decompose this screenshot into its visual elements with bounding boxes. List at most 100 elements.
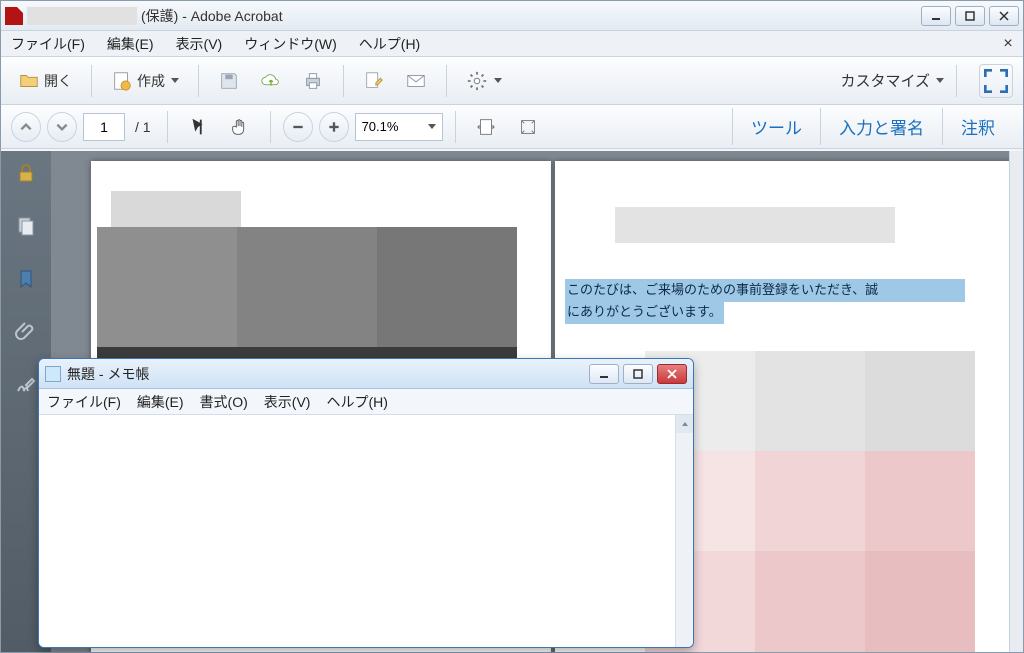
notepad-scrollbar[interactable] — [675, 415, 693, 647]
selected-text-line2[interactable]: にありがとうございます。 — [565, 301, 724, 324]
envelope-icon — [405, 70, 427, 92]
notepad-app-icon — [45, 366, 61, 382]
redacted-region — [865, 351, 975, 451]
edit-button[interactable] — [356, 64, 392, 98]
hand-icon — [229, 116, 251, 138]
bookmarks-panel-button[interactable] — [14, 267, 38, 296]
np-menu-file[interactable]: ファイル(F) — [47, 392, 121, 412]
menu-view[interactable]: 表示(V) — [172, 32, 227, 56]
create-button[interactable]: 作成 — [104, 64, 186, 98]
page-total-label: / 1 — [131, 119, 155, 135]
fit-width-icon — [475, 116, 497, 138]
chevron-down-icon — [171, 78, 179, 83]
maximize-button[interactable] — [955, 6, 985, 26]
menu-help[interactable]: ヘルプ(H) — [355, 32, 424, 56]
tab-fill-sign[interactable]: 入力と署名 — [820, 108, 942, 145]
redacted-region — [237, 227, 377, 347]
close-button[interactable] — [989, 6, 1019, 26]
pages-panel-button[interactable] — [14, 214, 38, 243]
notepad-window: 無題 - メモ帳 ファイル(F) 編集(E) 書式(O) 表示(V) ヘルプ(H… — [38, 358, 694, 648]
fit-page-button[interactable] — [510, 110, 546, 144]
save-icon — [218, 70, 240, 92]
zoom-out-button[interactable] — [283, 112, 313, 142]
folder-open-icon — [18, 70, 40, 92]
toolbar-secondary: / 1 70.1% ツール 入力と署名 注釈 — [1, 105, 1023, 149]
page-up-button[interactable] — [11, 112, 41, 142]
notepad-maximize-button[interactable] — [623, 364, 653, 384]
tab-tools[interactable]: ツール — [732, 108, 820, 145]
fullscreen-icon — [980, 65, 1012, 97]
redacted-region — [377, 227, 517, 347]
np-menu-view[interactable]: 表示(V) — [264, 392, 311, 412]
selected-text-line1[interactable]: このたびは、ご来場のための事前登録をいただき、誠 — [565, 279, 965, 302]
select-tool-button[interactable] — [180, 110, 216, 144]
menu-edit[interactable]: 編集(E) — [103, 32, 158, 56]
menu-file[interactable]: ファイル(F) — [7, 32, 89, 56]
right-panel-tabs: ツール 入力と署名 注釈 — [732, 108, 1013, 145]
security-panel-button[interactable] — [14, 161, 38, 190]
toolbar-primary: 開く 作成 カスタマイズ — [1, 57, 1023, 105]
fit-width-button[interactable] — [468, 110, 504, 144]
edit-doc-icon — [363, 70, 385, 92]
document-name-redacted — [27, 7, 137, 25]
chevron-down-icon — [428, 124, 436, 129]
cursor-select-icon — [187, 116, 209, 138]
page-number-input[interactable] — [83, 113, 125, 141]
np-menu-help[interactable]: ヘルプ(H) — [326, 392, 387, 412]
signature-icon — [14, 373, 38, 397]
open-label: 開く — [44, 71, 72, 91]
notepad-menubar: ファイル(F) 編集(E) 書式(O) 表示(V) ヘルプ(H) — [39, 389, 693, 415]
cloud-button[interactable] — [253, 64, 289, 98]
redacted-region — [615, 207, 895, 243]
zoom-in-button[interactable] — [319, 112, 349, 142]
acrobat-titlebar: (保護) - Adobe Acrobat — [1, 1, 1023, 31]
customize-button[interactable]: カスタマイズ — [840, 70, 944, 91]
fullscreen-button[interactable] — [979, 64, 1013, 98]
zoom-input[interactable]: 70.1% — [355, 113, 443, 141]
notepad-textarea[interactable] — [39, 415, 675, 647]
signatures-panel-button[interactable] — [14, 373, 38, 402]
redacted-region — [865, 551, 975, 652]
redacted-region — [755, 551, 865, 652]
np-menu-edit[interactable]: 編集(E) — [137, 392, 184, 412]
chevron-down-icon — [936, 78, 944, 83]
right-rail — [1009, 151, 1023, 652]
fit-page-icon — [517, 116, 539, 138]
lock-icon — [14, 161, 38, 185]
np-menu-format[interactable]: 書式(O) — [200, 392, 248, 412]
create-label: 作成 — [137, 71, 165, 91]
notepad-close-button[interactable] — [657, 364, 687, 384]
open-button[interactable]: 開く — [11, 64, 79, 98]
paperclip-icon — [14, 320, 38, 344]
notepad-title: 無題 - メモ帳 — [67, 364, 149, 384]
document-close-button[interactable]: × — [999, 35, 1017, 53]
redacted-region — [755, 451, 865, 551]
page-down-button[interactable] — [47, 112, 77, 142]
notepad-titlebar[interactable]: 無題 - メモ帳 — [39, 359, 693, 389]
cloud-upload-icon — [260, 70, 282, 92]
menu-window[interactable]: ウィンドウ(W) — [240, 32, 341, 56]
settings-button[interactable] — [459, 64, 509, 98]
redacted-region — [865, 451, 975, 551]
customize-label: カスタマイズ — [840, 70, 930, 91]
pages-icon — [14, 214, 38, 238]
hand-tool-button[interactable] — [222, 110, 258, 144]
print-button[interactable] — [295, 64, 331, 98]
scroll-up-icon[interactable] — [676, 415, 693, 433]
attachments-panel-button[interactable] — [14, 320, 38, 349]
save-button[interactable] — [211, 64, 247, 98]
redacted-region — [111, 191, 241, 227]
zoom-value: 70.1% — [362, 119, 399, 134]
email-button[interactable] — [398, 64, 434, 98]
printer-icon — [302, 70, 324, 92]
acrobat-menubar: ファイル(F) 編集(E) 表示(V) ウィンドウ(W) ヘルプ(H) × — [1, 31, 1023, 57]
notepad-body — [39, 415, 693, 647]
create-pdf-icon — [111, 70, 133, 92]
bookmark-icon — [14, 267, 38, 291]
tab-comment[interactable]: 注釈 — [942, 108, 1013, 145]
chevron-down-icon — [494, 78, 502, 83]
minimize-button[interactable] — [921, 6, 951, 26]
notepad-minimize-button[interactable] — [589, 364, 619, 384]
pdf-file-icon — [5, 7, 23, 25]
redacted-region — [97, 227, 237, 347]
